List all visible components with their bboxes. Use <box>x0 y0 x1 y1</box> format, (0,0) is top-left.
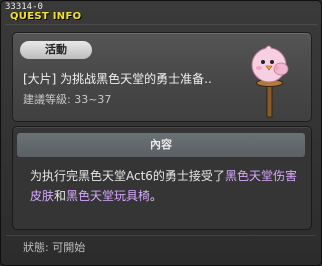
quest-content-panel: 內容 为执行完黑色天堂Act6的勇士接受了黑色天堂伤害皮肤和黑色天堂玩具椅。 <box>12 126 312 230</box>
event-badge: 活動 <box>20 41 92 59</box>
npc-bird-icon <box>251 45 289 118</box>
recommended-level: 建議等級: 33~37 <box>23 93 112 106</box>
quest-info-window: 33314-0 QUEST INFO 活動 [大片] 为挑战黑色天堂的勇士准备.… <box>0 0 322 266</box>
quest-name: [大片] 为挑战黑色天堂的勇士准备.. <box>23 72 212 86</box>
reward-toy-chair: 黑色天堂玩具椅 <box>66 189 151 203</box>
quest-status: 狀態: 可開始 <box>23 241 86 254</box>
description-text: 为执行完黑色天堂Act6的勇士接受了 <box>30 169 225 183</box>
description-text: 。 <box>150 189 163 203</box>
status-divider <box>6 235 316 236</box>
quest-description: 为执行完黑色天堂Act6的勇士接受了黑色天堂伤害皮肤和黑色天堂玩具椅。 <box>30 166 304 206</box>
content-header: 內容 <box>17 133 305 157</box>
description-text: 和 <box>54 189 67 203</box>
window-title: QUEST INFO <box>10 11 82 22</box>
quest-summary-panel: 活動 [大片] 为挑战黑色天堂的勇士准备.. 建議等級: 33~37 <box>12 32 312 122</box>
title-divider <box>5 24 317 25</box>
